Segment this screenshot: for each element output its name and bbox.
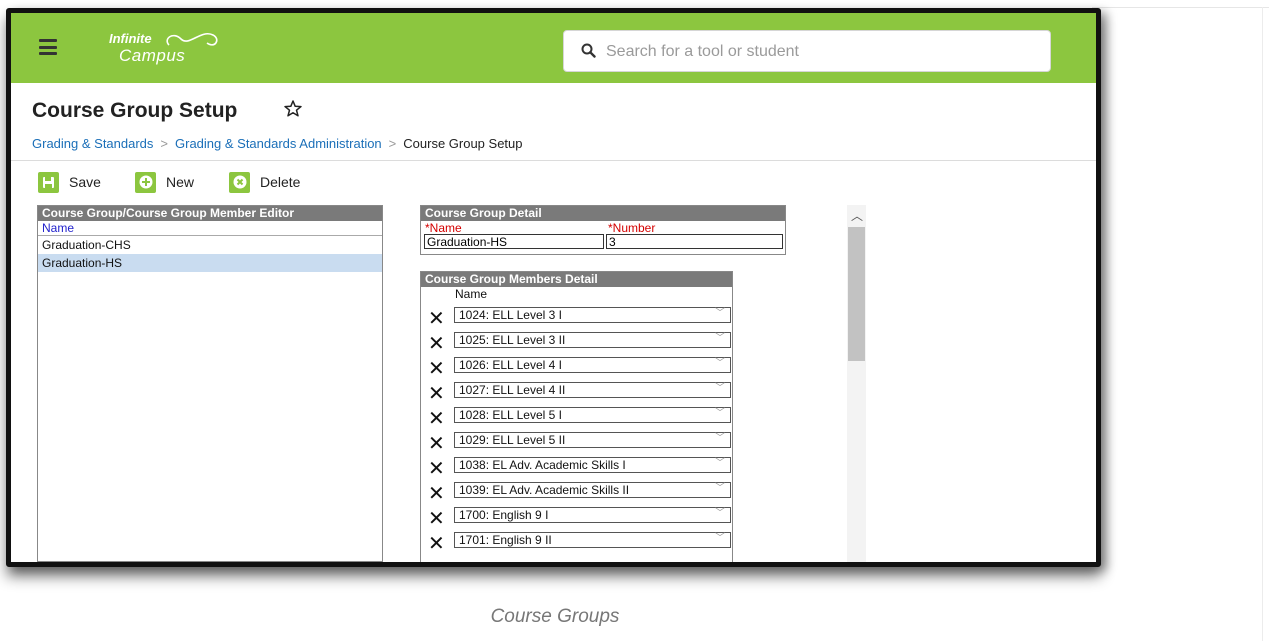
- number-label: *Number: [608, 221, 656, 235]
- favorite-star-icon[interactable]: [283, 99, 303, 119]
- chevron-down-icon: ﹀: [715, 533, 725, 544]
- search-box[interactable]: [563, 30, 1051, 72]
- chevron-down-icon: ﹀: [715, 358, 725, 369]
- chevron-down-icon: ﹀: [715, 508, 725, 519]
- remove-member-icon[interactable]: ✕: [428, 333, 445, 353]
- chevron-down-icon: ﹀: [715, 383, 725, 394]
- delete-icon: [229, 171, 250, 193]
- course-group-members-detail: Course Group Members Detail Name ✕ 1024: …: [420, 271, 733, 562]
- member-row: ✕ 1028: ELL Level 5 I ﹀: [421, 407, 732, 429]
- search-input[interactable]: [604, 40, 1028, 64]
- member-select[interactable]: 1027: ELL Level 4 II ﹀: [454, 382, 731, 398]
- delete-label: Delete: [260, 174, 301, 190]
- name-label: *Name: [425, 221, 462, 235]
- member-select[interactable]: 1026: ELL Level 4 I ﹀: [454, 357, 731, 373]
- page-divider: [1092, 7, 1269, 8]
- search-icon: [581, 43, 596, 58]
- remove-member-icon[interactable]: ✕: [428, 358, 445, 378]
- member-row: ✕ 1026: ELL Level 4 I ﹀: [421, 357, 732, 379]
- member-select[interactable]: 1029: ELL Level 5 II ﹀: [454, 432, 731, 448]
- screenshot-frame: Infinite Campus Course Group Setup Gradi…: [6, 8, 1101, 567]
- member-row: ✕ 1025: ELL Level 3 II ﹀: [421, 332, 732, 354]
- breadcrumb-grading-standards[interactable]: Grading & Standards: [32, 136, 153, 151]
- member-value: 1038: EL Adv. Academic Skills I: [459, 458, 626, 472]
- members-header: Course Group Members Detail: [421, 272, 732, 287]
- chevron-down-icon: ﹀: [715, 458, 725, 469]
- member-value: 1028: ELL Level 5 I: [459, 408, 562, 422]
- chevron-down-icon: ﹀: [715, 483, 725, 494]
- member-value: 1701: English 9 II: [459, 533, 552, 547]
- chevron-up-icon[interactable]: ︿: [851, 207, 863, 224]
- chevron-down-icon: ﹀: [715, 333, 725, 344]
- detail-header: Course Group Detail: [421, 206, 785, 221]
- figure-caption: Course Groups: [490, 606, 620, 627]
- member-value: 1029: ELL Level 5 II: [459, 433, 566, 447]
- member-select[interactable]: 1701: English 9 II ﹀: [454, 532, 731, 548]
- remove-member-icon[interactable]: ✕: [428, 383, 445, 403]
- course-group-detail: Course Group Detail *Name *Number: [420, 205, 786, 255]
- save-button[interactable]: Save: [38, 170, 101, 194]
- breadcrumb-separator-icon: >: [388, 136, 397, 151]
- remove-member-icon[interactable]: ✕: [428, 483, 445, 503]
- chevron-down-icon: ﹀: [715, 408, 725, 419]
- member-row: ✕ 1038: EL Adv. Academic Skills I ﹀: [421, 457, 732, 479]
- header-divider: [11, 160, 1096, 161]
- breadcrumb-separator-icon: >: [160, 136, 168, 151]
- breadcrumb-grading-standards-administration[interactable]: Grading & Standards Administration: [175, 136, 382, 151]
- member-value: 1027: ELL Level 4 II: [459, 383, 566, 397]
- member-value: 1700: English 9 I: [459, 508, 549, 522]
- number-field[interactable]: [606, 234, 783, 249]
- course-group-editor: Course Group/Course Group Member Editor …: [37, 205, 383, 562]
- save-label: Save: [69, 174, 101, 190]
- member-value: 1024: ELL Level 3 I: [459, 308, 562, 322]
- member-select[interactable]: 1039: EL Adv. Academic Skills II ﹀: [454, 482, 731, 498]
- infinite-campus-logo[interactable]: Infinite Campus: [109, 25, 239, 73]
- member-row: ✕ 1024: ELL Level 3 I ﹀: [421, 307, 732, 329]
- remove-member-icon[interactable]: ✕: [428, 458, 445, 478]
- chevron-down-icon: ﹀: [715, 308, 725, 319]
- member-row: ✕ 1039: EL Adv. Academic Skills II ﹀: [421, 482, 732, 504]
- member-row: ✕ 1027: ELL Level 4 II ﹀: [421, 382, 732, 404]
- menu-icon[interactable]: [39, 39, 57, 55]
- chevron-down-icon: ﹀: [715, 433, 725, 444]
- member-row: ✕ 1029: ELL Level 5 II ﹀: [421, 432, 732, 454]
- member-row: ✕ 1701: English 9 II ﹀: [421, 532, 732, 554]
- member-select[interactable]: 1700: English 9 I ﹀: [454, 507, 731, 523]
- members-column-name: Name: [455, 287, 488, 301]
- remove-member-icon[interactable]: ✕: [428, 308, 445, 328]
- delete-button[interactable]: Delete: [229, 170, 300, 194]
- member-value: 1025: ELL Level 3 II: [459, 333, 566, 347]
- name-field[interactable]: [424, 234, 604, 249]
- add-icon: [135, 171, 156, 193]
- editor-column-name[interactable]: Name: [38, 221, 382, 236]
- page-border: [1262, 7, 1263, 641]
- new-button[interactable]: New: [135, 170, 194, 194]
- member-value: 1026: ELL Level 4 I: [459, 358, 562, 372]
- top-navigation-bar: Infinite Campus: [11, 13, 1096, 83]
- member-select[interactable]: 1038: EL Adv. Academic Skills I ﹀: [454, 457, 731, 473]
- member-select[interactable]: 1028: ELL Level 5 I ﹀: [454, 407, 731, 423]
- breadcrumb: Grading & Standards > Grading & Standards …: [32, 136, 523, 151]
- member-select[interactable]: 1024: ELL Level 3 I ﹀: [454, 307, 731, 323]
- remove-member-icon[interactable]: ✕: [428, 408, 445, 428]
- breadcrumb-current: Course Group Setup: [403, 136, 523, 151]
- save-icon: [38, 171, 59, 193]
- member-select[interactable]: 1025: ELL Level 3 II ﹀: [454, 332, 731, 348]
- member-value: 1039: EL Adv. Academic Skills II: [459, 483, 630, 497]
- vertical-scrollbar[interactable]: ︿: [847, 205, 866, 562]
- remove-member-icon[interactable]: ✕: [428, 508, 445, 528]
- new-label: New: [166, 174, 195, 190]
- editor-row-selected[interactable]: Graduation-HS: [38, 254, 382, 272]
- editor-header: Course Group/Course Group Member Editor: [38, 206, 382, 221]
- scrollbar-thumb[interactable]: [848, 227, 865, 361]
- page-title: Course Group Setup: [32, 99, 238, 122]
- remove-member-icon[interactable]: ✕: [428, 533, 445, 553]
- editor-row[interactable]: Graduation-CHS: [38, 236, 382, 254]
- remove-member-icon[interactable]: ✕: [428, 433, 445, 453]
- member-row: ✕ 1700: English 9 I ﹀: [421, 507, 732, 529]
